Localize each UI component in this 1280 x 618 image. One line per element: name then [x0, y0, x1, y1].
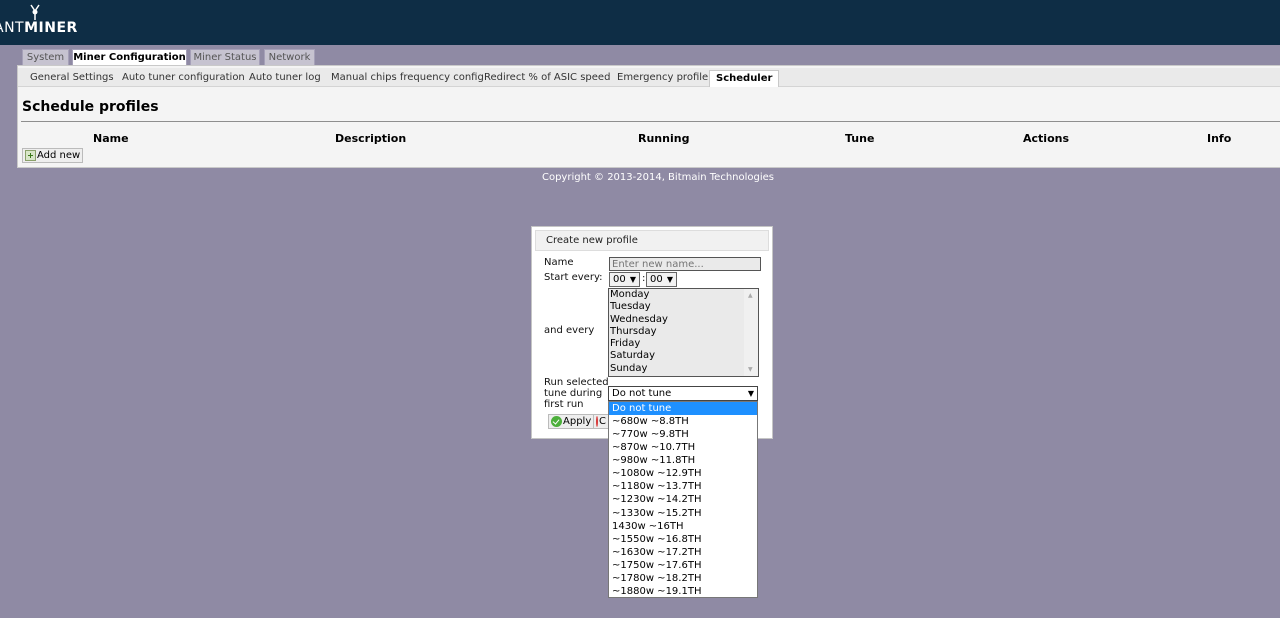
cancel-button[interactable]: C — [593, 414, 609, 429]
tune-option[interactable]: ~1780w ~18.2TH — [609, 572, 757, 585]
scroll-down-icon[interactable]: ▼ — [748, 366, 753, 373]
add-new-label: Add new — [37, 150, 81, 161]
tune-option[interactable]: ~1550w ~16.8TH — [609, 533, 757, 546]
subtab-scheduler[interactable]: Scheduler — [709, 70, 780, 87]
days-listbox[interactable]: Monday Tuesday Wednesday Thursday Friday… — [608, 288, 759, 377]
add-icon — [25, 150, 36, 161]
column-header-name: Name — [93, 132, 129, 145]
tune-option[interactable]: ~1630w ~17.2TH — [609, 546, 757, 559]
tune-option[interactable]: ~680w ~8.8TH — [609, 415, 757, 428]
day-option[interactable]: Wednesday — [609, 314, 758, 326]
day-option[interactable]: Monday — [609, 289, 758, 301]
start-minute-select[interactable]: 00 ▼ — [646, 272, 677, 287]
column-header-description: Description — [335, 132, 407, 145]
run-selected-label: Run selected — [544, 377, 609, 388]
start-every-label: Start every: — [544, 272, 603, 283]
subtab-redirect-asic-speed[interactable]: Redirect % of ASIC speed — [484, 70, 610, 87]
and-every-label: and every — [544, 325, 595, 336]
subtab-manual-chips-frequency[interactable]: Manual chips frequency config — [331, 70, 484, 87]
day-option[interactable]: Sunday — [609, 363, 758, 375]
column-header-tune: Tune — [845, 132, 875, 145]
tune-option[interactable]: ~770w ~9.8TH — [609, 428, 757, 441]
time-separator: : — [642, 273, 646, 284]
tab-miner-status[interactable]: Miner Status — [190, 49, 260, 66]
copyright-text: Copyright © 2013-2014, Bitmain Technolog… — [541, 172, 775, 183]
column-header-actions: Actions — [1023, 132, 1069, 145]
chevron-down-icon: ▼ — [666, 275, 673, 284]
tune-option[interactable]: ~1750w ~17.6TH — [609, 559, 757, 572]
profile-name-input[interactable] — [609, 257, 761, 271]
tune-option[interactable]: ~980w ~11.8TH — [609, 454, 757, 467]
dialog-title: Create new profile — [535, 230, 769, 251]
page-title: Schedule profiles — [22, 99, 159, 115]
tab-system[interactable]: System — [22, 49, 69, 66]
tune-option[interactable]: ~870w ~10.7TH — [609, 441, 757, 454]
subtab-emergency-profile[interactable]: Emergency profile — [617, 70, 708, 87]
tune-option[interactable]: ~1180w ~13.7TH — [609, 480, 757, 493]
tune-option[interactable]: ~1880w ~19.1TH — [609, 585, 757, 598]
tab-network[interactable]: Network — [264, 49, 315, 66]
column-header-info: Info — [1207, 132, 1232, 145]
cancel-icon — [596, 416, 599, 427]
tune-option[interactable]: ~1330w ~15.2TH — [609, 507, 757, 520]
tab-miner-configuration[interactable]: Miner Configuration — [72, 49, 187, 66]
top-header: ANTMINER — [0, 0, 1280, 45]
days-scrollbar[interactable]: ▲ ▼ — [744, 289, 758, 376]
tune-option[interactable]: ~1080w ~12.9TH — [609, 467, 757, 480]
chevron-down-icon: ▼ — [629, 275, 636, 284]
tune-option[interactable]: ~1230w ~14.2TH — [609, 493, 757, 506]
column-header-running: Running — [638, 132, 690, 145]
first-run-label: first run — [544, 399, 584, 410]
name-label: Name — [544, 257, 574, 268]
day-option[interactable]: Tuesday — [609, 301, 758, 313]
tune-during-label: tune during — [544, 388, 603, 399]
add-new-button[interactable]: Add new — [22, 148, 84, 163]
apply-button[interactable]: Apply — [548, 414, 595, 429]
day-option[interactable]: Thursday — [609, 326, 758, 338]
tune-option[interactable]: 1430w ~16TH — [609, 520, 757, 533]
chevron-down-icon: ▼ — [747, 389, 754, 398]
config-panel: General Settings Auto tuner configuratio… — [17, 65, 1280, 168]
day-option[interactable]: Friday — [609, 338, 758, 350]
day-option[interactable]: Saturday — [609, 350, 758, 362]
subtab-auto-tuner-configuration[interactable]: Auto tuner configuration — [122, 70, 245, 87]
sub-tab-bar: General Settings Auto tuner configuratio… — [18, 68, 1280, 87]
tune-option[interactable]: Do not tune — [609, 402, 757, 416]
check-icon — [551, 416, 562, 427]
scroll-up-icon[interactable]: ▲ — [748, 292, 753, 299]
subtab-auto-tuner-log[interactable]: Auto tuner log — [249, 70, 321, 87]
tune-select[interactable]: Do not tune ▼ — [608, 386, 758, 401]
tune-dropdown-list[interactable]: Do not tune ~680w ~8.8TH ~770w ~9.8TH ~8… — [608, 401, 758, 598]
section-divider — [21, 121, 1280, 122]
antminer-logo[interactable]: ANTMINER — [0, 20, 78, 36]
subtab-general-settings[interactable]: General Settings — [30, 70, 114, 87]
antminer-logo-icon — [30, 4, 40, 20]
start-hour-select[interactable]: 00 ▼ — [609, 272, 640, 287]
